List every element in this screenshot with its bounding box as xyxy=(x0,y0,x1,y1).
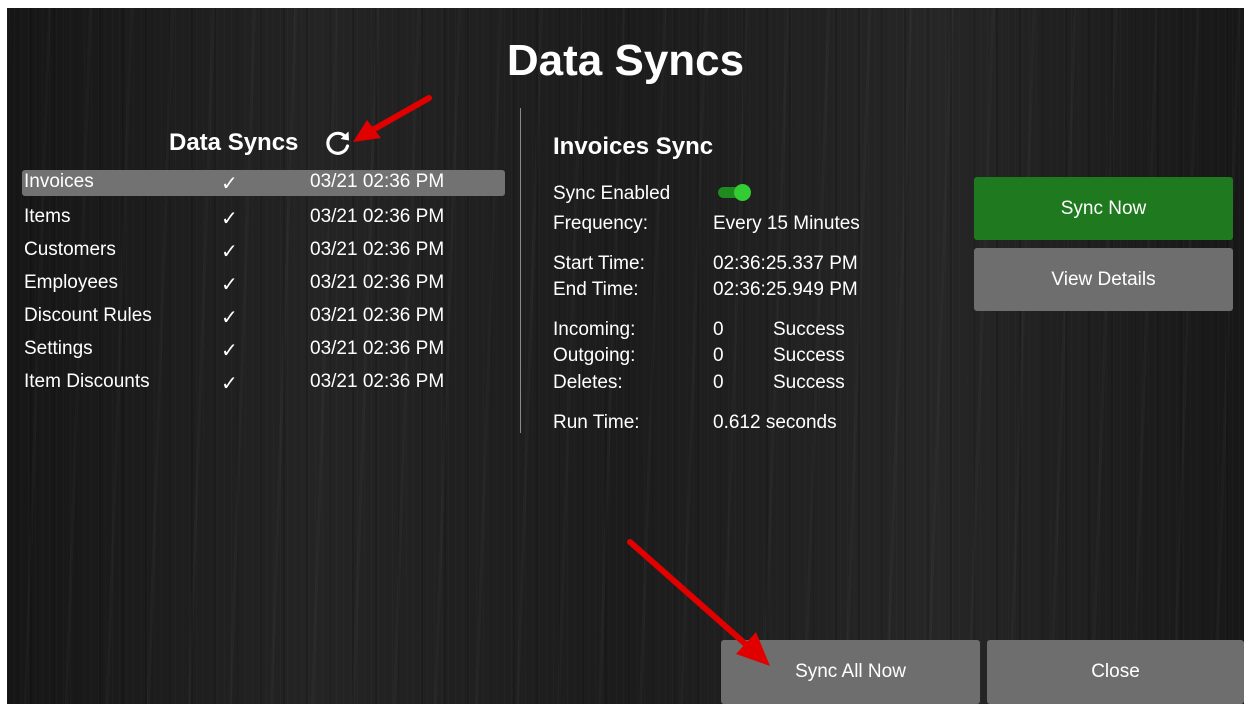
sync-name: Settings xyxy=(24,338,93,359)
deletes-label: Deletes: xyxy=(553,372,623,393)
sync-name: Customers xyxy=(24,239,116,260)
run-time-value: 0.612 seconds xyxy=(713,412,837,433)
checkmark-icon: ✓ xyxy=(221,241,238,263)
checkmark-icon: ✓ xyxy=(221,173,238,195)
frequency-value: Every 15 Minutes xyxy=(713,213,860,234)
checkmark-icon: ✓ xyxy=(221,208,238,230)
list-item[interactable]: Employees ✓ 03/21 02:36 PM xyxy=(22,269,505,302)
start-time-value: 02:36:25.337 PM xyxy=(713,253,858,274)
annotation-arrow-icon xyxy=(353,95,432,142)
sync-list: Invoices ✓ 03/21 02:36 PM Items ✓ 03/21 … xyxy=(22,170,505,401)
refresh-icon[interactable] xyxy=(323,128,353,158)
last-sync-time: 03/21 02:36 PM xyxy=(310,371,445,392)
sync-enabled-label: Sync Enabled xyxy=(553,183,671,204)
last-sync-time: 03/21 02:36 PM xyxy=(310,272,445,293)
checkmark-icon: ✓ xyxy=(221,307,238,329)
data-syncs-screen: Data Syncs Data Syncs Invoices ✓ 03/21 0… xyxy=(7,8,1244,704)
deletes-count: 0 xyxy=(713,372,724,393)
sync-name: Item Discounts xyxy=(24,371,150,392)
sync-name: Employees xyxy=(24,272,118,293)
last-sync-time: 03/21 02:36 PM xyxy=(310,171,445,192)
list-item[interactable]: Invoices ✓ 03/21 02:36 PM xyxy=(22,170,505,196)
view-details-button[interactable]: View Details xyxy=(974,248,1233,311)
outgoing-count: 0 xyxy=(713,345,724,366)
incoming-status: Success xyxy=(773,319,845,340)
last-sync-time: 03/21 02:36 PM xyxy=(310,338,445,359)
last-sync-time: 03/21 02:36 PM xyxy=(310,206,445,227)
list-item[interactable]: Items ✓ 03/21 02:36 PM xyxy=(22,203,505,236)
vertical-divider xyxy=(520,108,521,433)
toggle-knob xyxy=(734,184,751,201)
sync-name: Discount Rules xyxy=(24,305,152,326)
frequency-label: Frequency: xyxy=(553,213,649,234)
start-time-label: Start Time: xyxy=(553,253,645,274)
run-time-label: Run Time: xyxy=(553,412,640,433)
end-time-label: End Time: xyxy=(553,279,639,300)
sync-now-button[interactable]: Sync Now xyxy=(974,177,1233,240)
last-sync-time: 03/21 02:36 PM xyxy=(310,305,445,326)
list-item[interactable]: Customers ✓ 03/21 02:36 PM xyxy=(22,236,505,269)
end-time-value: 02:36:25.949 PM xyxy=(713,279,858,300)
list-item[interactable]: Settings ✓ 03/21 02:36 PM xyxy=(22,335,505,368)
list-item[interactable]: Discount Rules ✓ 03/21 02:36 PM xyxy=(22,302,505,335)
sync-all-now-button[interactable]: Sync All Now xyxy=(721,640,980,704)
sync-enabled-toggle[interactable] xyxy=(718,184,751,201)
close-button[interactable]: Close xyxy=(987,640,1244,704)
outgoing-status: Success xyxy=(773,345,845,366)
checkmark-icon: ✓ xyxy=(221,373,238,395)
incoming-label: Incoming: xyxy=(553,319,636,340)
sync-name: Items xyxy=(24,206,71,227)
outgoing-label: Outgoing: xyxy=(553,345,636,366)
checkmark-icon: ✓ xyxy=(221,274,238,296)
list-item[interactable]: Item Discounts ✓ 03/21 02:36 PM xyxy=(22,368,505,401)
page-title: Data Syncs xyxy=(506,36,745,85)
list-heading: Data Syncs xyxy=(169,129,299,156)
checkmark-icon: ✓ xyxy=(221,340,238,362)
detail-title: Invoices Sync xyxy=(553,133,714,160)
last-sync-time: 03/21 02:36 PM xyxy=(310,239,445,260)
deletes-status: Success xyxy=(773,372,845,393)
incoming-count: 0 xyxy=(713,319,724,340)
sync-name: Invoices xyxy=(24,171,94,192)
